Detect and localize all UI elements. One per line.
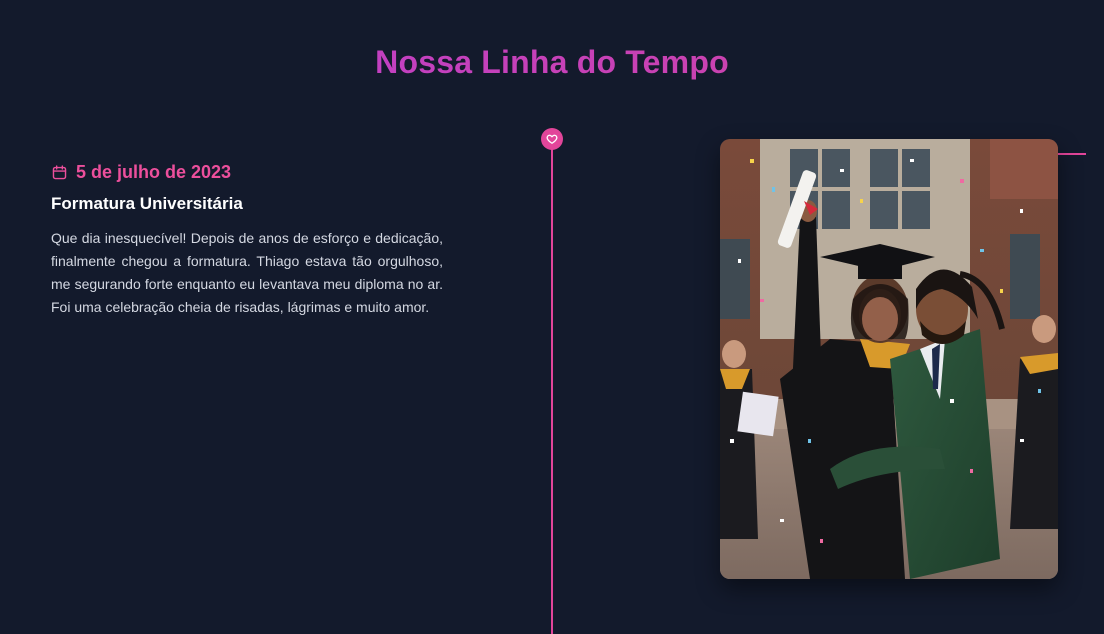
timeline-connector (1058, 153, 1086, 155)
timeline-marker (541, 128, 563, 150)
page-title: Nossa Linha do Tempo (0, 44, 1104, 81)
timeline-line (551, 146, 553, 634)
heart-icon (546, 133, 558, 145)
entry-title: Formatura Universitária (51, 194, 243, 213)
timeline-entry: 5 de julho de 2023 Formatura Universitár… (51, 160, 443, 319)
photo-illustration (720, 139, 1058, 579)
graduation-photo (720, 139, 1058, 579)
entry-date-text: 5 de julho de 2023 (76, 161, 232, 182)
calendar-icon (51, 164, 68, 181)
entry-date: 5 de julho de 2023 (51, 160, 443, 184)
entry-description: Que dia inesquecível! Depois de anos de … (51, 230, 443, 315)
